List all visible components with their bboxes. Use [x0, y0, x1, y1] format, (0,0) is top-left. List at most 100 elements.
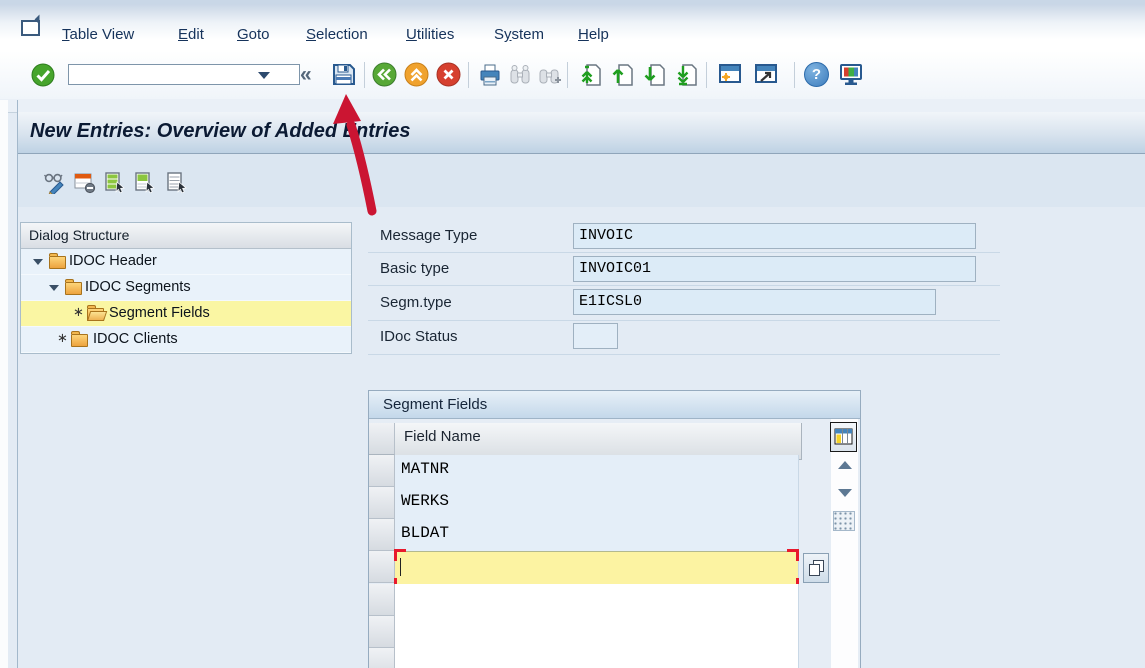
sap-window: Table View Edit Goto Selection Utilities…	[0, 0, 1145, 668]
copy-value-button[interactable]	[803, 553, 829, 583]
basic-type-value: INVOIC01	[574, 257, 975, 277]
table-row	[369, 584, 798, 616]
dialog-structure-panel: Dialog Structure IDOC Header IDOC Segmen…	[20, 222, 352, 354]
row-selector[interactable]	[369, 487, 395, 519]
menu-bar: Table View Edit Goto Selection Utilities…	[0, 4, 1145, 52]
tree-item-label: IDOC Clients	[93, 331, 178, 347]
table-row: MATNR	[369, 455, 798, 487]
idoc-status-field[interactable]	[573, 323, 618, 349]
command-dropdown-icon[interactable]	[258, 72, 270, 79]
segment-fields-table: Segment Fields Field Name MATNR WERKS BL…	[368, 390, 861, 668]
tree-item-idoc-header[interactable]: IDOC Header	[21, 249, 351, 275]
row-selector[interactable]	[369, 648, 395, 668]
table-title: Segment Fields	[369, 391, 860, 419]
cancel-button[interactable]	[436, 62, 461, 87]
table-row: WERKS	[369, 487, 798, 519]
new-session-button[interactable]	[716, 62, 741, 87]
tree-item-idoc-segments[interactable]: IDOC Segments	[21, 275, 351, 301]
toolbar-substrip	[0, 99, 1145, 113]
basic-type-label: Basic type	[380, 260, 449, 277]
idoc-status-value	[574, 324, 617, 327]
save-button[interactable]	[331, 62, 356, 87]
menu-table-view[interactable]: Table View	[62, 26, 134, 43]
content-left-border	[17, 100, 18, 668]
focus-bracket-icon	[394, 549, 406, 561]
system-menu-icon[interactable]	[21, 20, 40, 36]
scroll-down-button[interactable]	[838, 489, 852, 497]
form-separator	[368, 354, 1000, 355]
find-icon[interactable]	[507, 62, 532, 87]
detail-form: Message Type INVOIC Basic type INVOIC01 …	[368, 217, 1008, 359]
segment-type-field[interactable]: E1ICSL0	[573, 289, 936, 315]
customize-layout-button[interactable]	[838, 62, 863, 87]
back-button[interactable]	[372, 62, 397, 87]
tree-item-segment-fields[interactable]: ∗ Segment Fields	[21, 301, 351, 327]
delete-row-button[interactable]	[73, 171, 96, 194]
row-selector[interactable]	[369, 455, 395, 487]
tree-header: Dialog Structure	[21, 223, 351, 249]
select-all-button[interactable]	[103, 171, 126, 194]
collapse-toolbar-icon[interactable]: «	[300, 63, 312, 87]
standard-toolbar: «	[0, 51, 1145, 100]
segment-type-value: E1ICSL0	[574, 290, 935, 310]
toolbar-separator	[468, 62, 469, 88]
active-input-cell[interactable]	[395, 551, 799, 588]
menu-help[interactable]: Help	[578, 26, 609, 43]
tree-item-idoc-clients[interactable]: ∗ IDOC Clients	[21, 327, 351, 353]
display-change-button[interactable]	[43, 171, 66, 194]
enter-check-button[interactable]	[30, 62, 55, 87]
table-row	[369, 616, 798, 648]
toolbar-separator	[794, 62, 795, 88]
menu-selection[interactable]: Selection	[306, 26, 368, 43]
folder-icon	[49, 256, 66, 269]
form-separator	[368, 252, 1000, 253]
exit-button[interactable]	[404, 62, 429, 87]
menu-goto[interactable]: Goto	[237, 26, 270, 43]
table-header-row: Field Name	[369, 423, 798, 455]
scroll-grip[interactable]	[833, 511, 855, 531]
table-body: Field Name MATNR WERKS BLDAT	[369, 419, 860, 668]
menu-utilities[interactable]: Utilities	[406, 26, 454, 43]
open-folder-icon	[87, 308, 104, 321]
toolbar-separator	[706, 62, 707, 88]
menu-system[interactable]: System	[494, 26, 544, 43]
deselect-all-button[interactable]	[165, 171, 188, 194]
empty-cell[interactable]	[395, 648, 799, 668]
left-margin	[0, 100, 8, 668]
menu-edit[interactable]: Edit	[178, 26, 204, 43]
collapse-triangle-icon[interactable]	[33, 259, 43, 265]
print-button[interactable]	[477, 62, 502, 87]
application-toolbar	[18, 154, 1145, 207]
create-shortcut-button[interactable]	[752, 62, 777, 87]
leaf-node-icon: ∗	[57, 330, 68, 346]
folder-icon	[65, 282, 82, 295]
segment-type-label: Segm.type	[380, 294, 452, 311]
table-scrollbar	[831, 419, 858, 668]
row-selector[interactable]	[369, 551, 395, 583]
select-block-button[interactable]	[133, 171, 156, 194]
tree-item-label: IDOC Header	[69, 253, 157, 269]
table-settings-button[interactable]	[830, 422, 857, 452]
row-selector[interactable]	[369, 616, 395, 648]
page-up-button[interactable]	[610, 62, 635, 87]
help-icon: ?	[804, 62, 829, 87]
select-all-corner[interactable]	[369, 423, 395, 455]
collapse-triangle-icon[interactable]	[49, 285, 59, 291]
last-page-button[interactable]	[674, 62, 699, 87]
basic-type-field[interactable]: INVOIC01	[573, 256, 976, 282]
focus-bracket-icon	[787, 549, 799, 561]
page-down-button[interactable]	[642, 62, 667, 87]
copy-icon	[810, 562, 822, 575]
find-next-icon[interactable]	[537, 62, 562, 87]
first-page-button[interactable]	[578, 62, 603, 87]
idoc-status-label: IDoc Status	[380, 328, 458, 345]
toolbar-separator	[567, 62, 568, 88]
message-type-label: Message Type	[380, 227, 477, 244]
row-selector[interactable]	[369, 519, 395, 551]
table-row	[369, 648, 798, 668]
scroll-up-button[interactable]	[838, 461, 852, 469]
row-selector[interactable]	[369, 584, 395, 616]
help-button[interactable]: ?	[804, 62, 829, 87]
message-type-field[interactable]: INVOIC	[573, 223, 976, 249]
page-title: New Entries: Overview of Added Entries	[30, 120, 410, 143]
